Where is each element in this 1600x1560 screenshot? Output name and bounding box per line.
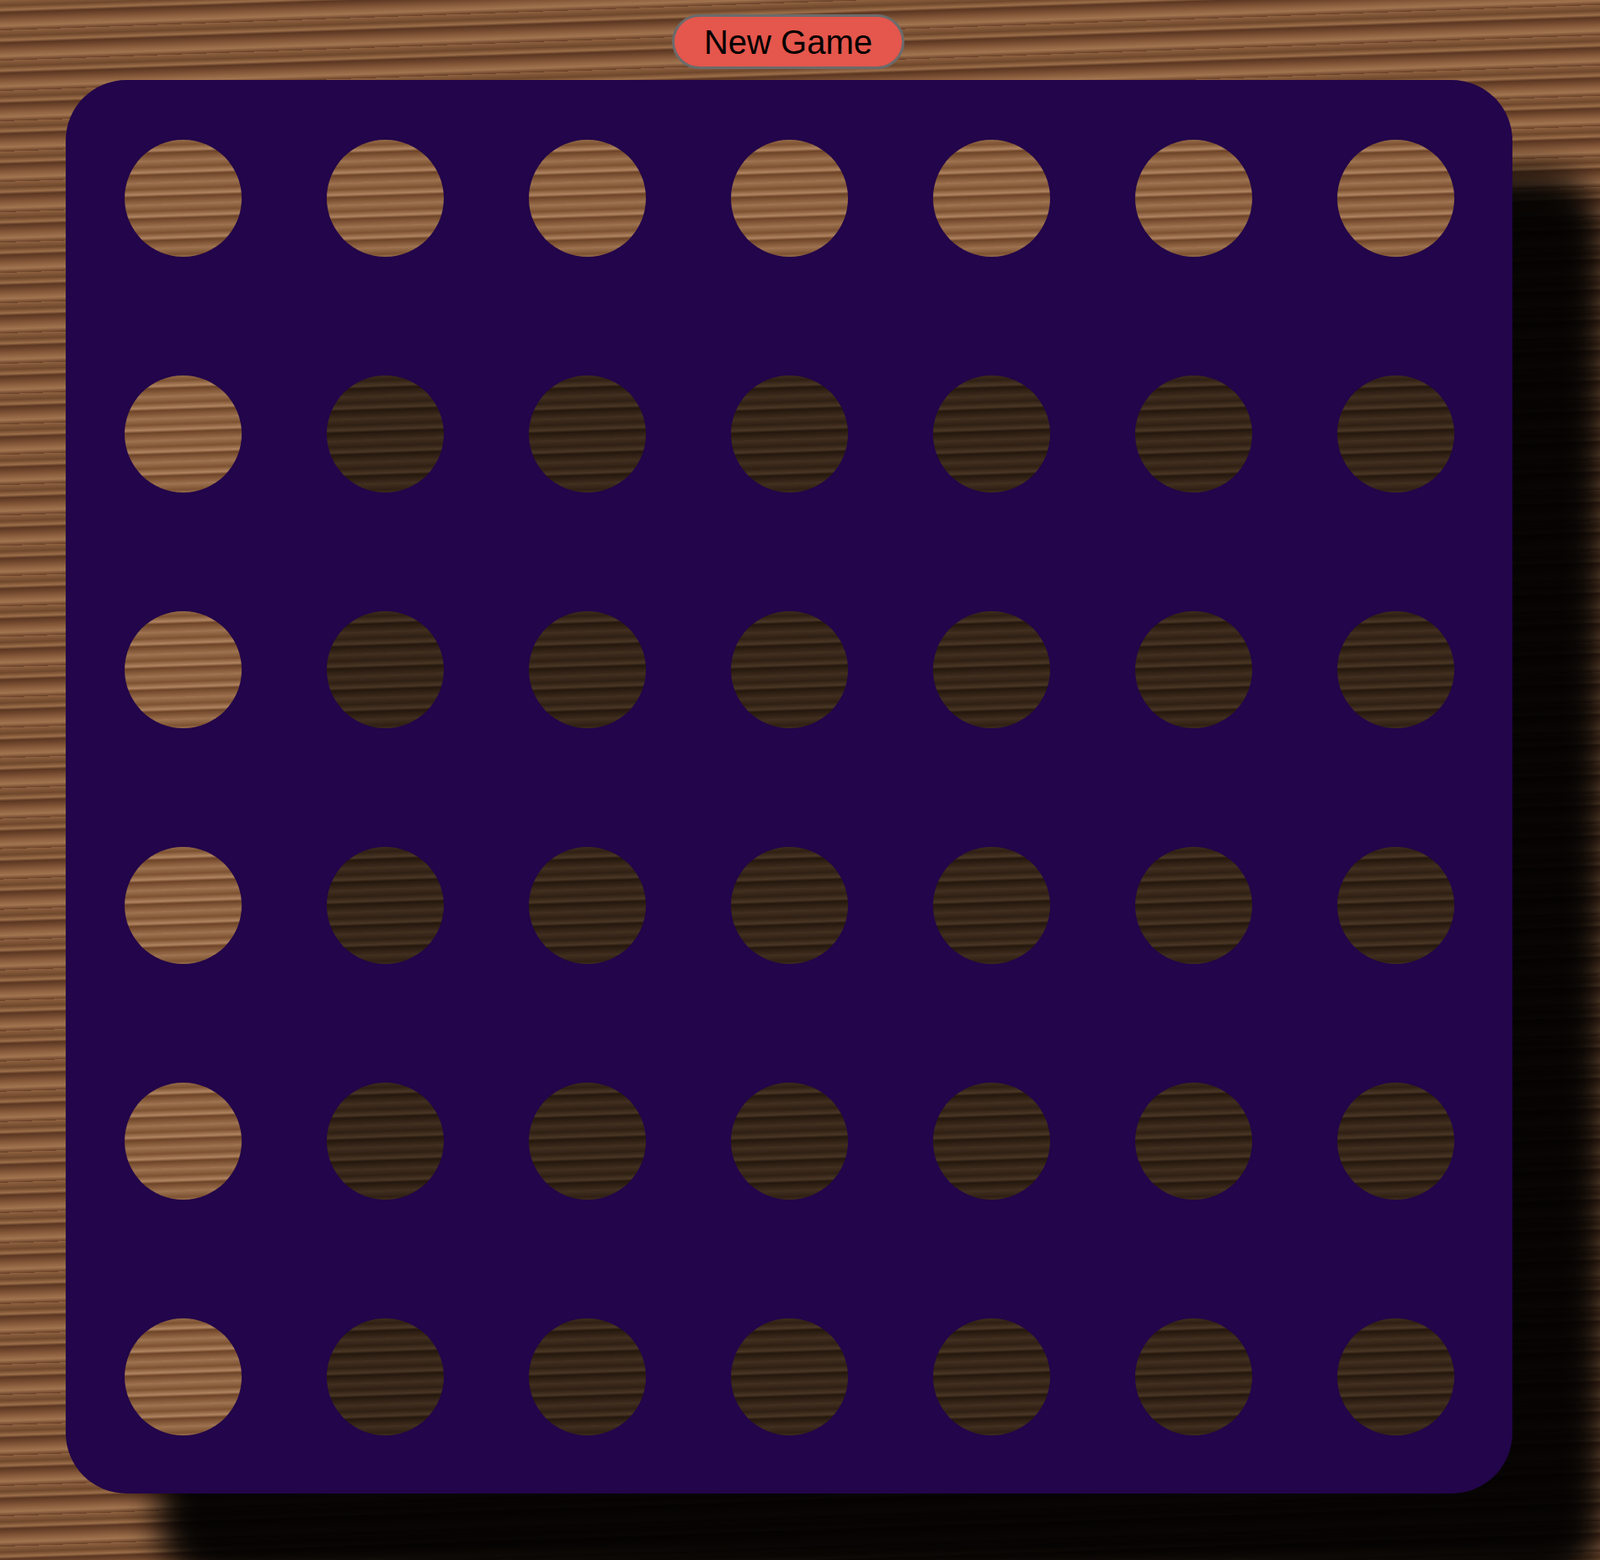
- board-slot[interactable]: [485, 787, 688, 1024]
- board-hole[interactable]: [528, 375, 646, 493]
- game-board: [65, 80, 1513, 1494]
- board-hole[interactable]: [124, 375, 242, 493]
- board-hole[interactable]: [730, 139, 848, 257]
- board-hole[interactable]: [124, 847, 242, 965]
- board-hole[interactable]: [933, 1318, 1051, 1436]
- board-hole[interactable]: [326, 611, 444, 729]
- board-hole[interactable]: [124, 139, 242, 257]
- board-hole[interactable]: [933, 139, 1051, 257]
- board-slot[interactable]: [688, 551, 891, 788]
- board-hole[interactable]: [528, 1082, 646, 1200]
- board-slot[interactable]: [283, 80, 486, 316]
- board-slot[interactable]: [283, 1023, 486, 1259]
- board-slot[interactable]: [1092, 80, 1295, 316]
- board-slot[interactable]: [485, 551, 688, 788]
- board-hole[interactable]: [326, 1318, 444, 1436]
- board-slot[interactable]: [485, 1258, 688, 1495]
- board-hole[interactable]: [124, 1082, 242, 1200]
- board-hole[interactable]: [730, 1318, 848, 1436]
- board-hole[interactable]: [124, 1318, 242, 1436]
- board-hole[interactable]: [528, 139, 646, 257]
- board-hole[interactable]: [730, 611, 848, 729]
- board-hole[interactable]: [1135, 1318, 1253, 1436]
- board-slot[interactable]: [1092, 315, 1295, 552]
- board-slot[interactable]: [890, 787, 1093, 1024]
- board-hole[interactable]: [528, 1318, 646, 1436]
- board-slot[interactable]: [890, 80, 1093, 316]
- board-slot[interactable]: [1294, 1258, 1497, 1495]
- board-slot[interactable]: [1092, 551, 1295, 788]
- board-hole[interactable]: [730, 375, 848, 493]
- board-slot[interactable]: [283, 787, 486, 1024]
- board-hole[interactable]: [933, 375, 1051, 493]
- board-hole[interactable]: [1135, 847, 1253, 965]
- board-hole[interactable]: [730, 1082, 848, 1200]
- board-hole[interactable]: [933, 847, 1051, 965]
- board-slot[interactable]: [485, 1023, 688, 1259]
- board-slot[interactable]: [1294, 1023, 1497, 1259]
- new-game-button[interactable]: New Game: [672, 14, 905, 70]
- board-hole[interactable]: [730, 847, 848, 965]
- board-hole[interactable]: [1135, 1082, 1253, 1200]
- board-hole[interactable]: [1135, 611, 1253, 729]
- board-slot[interactable]: [688, 787, 891, 1024]
- board-hole[interactable]: [1337, 1318, 1455, 1436]
- board-slot[interactable]: [688, 80, 891, 316]
- board-slot[interactable]: [283, 1258, 486, 1495]
- board-slot[interactable]: [1092, 787, 1295, 1024]
- board-hole[interactable]: [528, 847, 646, 965]
- board-slot[interactable]: [1294, 315, 1497, 552]
- board-hole[interactable]: [326, 1082, 444, 1200]
- board-slot[interactable]: [81, 80, 284, 316]
- board-slot[interactable]: [283, 551, 486, 788]
- board-slot[interactable]: [890, 1258, 1093, 1495]
- board-hole[interactable]: [1135, 375, 1253, 493]
- board-slot[interactable]: [890, 315, 1093, 552]
- board-slot[interactable]: [81, 315, 284, 552]
- board-hole[interactable]: [1135, 139, 1253, 257]
- board-slot[interactable]: [688, 1023, 891, 1259]
- board-slot[interactable]: [81, 1258, 284, 1495]
- board-hole[interactable]: [1337, 375, 1455, 493]
- board-slot[interactable]: [1092, 1023, 1295, 1259]
- board-hole[interactable]: [326, 847, 444, 965]
- board-hole[interactable]: [1337, 139, 1455, 257]
- board-slot[interactable]: [485, 80, 688, 316]
- board-slot[interactable]: [283, 315, 486, 552]
- board-slot[interactable]: [688, 315, 891, 552]
- board-slot[interactable]: [1294, 80, 1497, 316]
- board-hole[interactable]: [124, 611, 242, 729]
- board-slot[interactable]: [1092, 1258, 1295, 1495]
- board-slot[interactable]: [81, 787, 284, 1024]
- board-hole[interactable]: [326, 375, 444, 493]
- board-slot[interactable]: [485, 315, 688, 552]
- board-hole[interactable]: [933, 611, 1051, 729]
- board-slot[interactable]: [890, 1023, 1093, 1259]
- board-slot[interactable]: [890, 551, 1093, 788]
- board-slot[interactable]: [1294, 787, 1497, 1024]
- board-slot[interactable]: [81, 1023, 284, 1259]
- board-hole[interactable]: [1337, 1082, 1455, 1200]
- board-hole[interactable]: [1337, 847, 1455, 965]
- board-slot[interactable]: [688, 1258, 891, 1495]
- board-hole[interactable]: [326, 139, 444, 257]
- board-hole[interactable]: [1337, 611, 1455, 729]
- board-hole[interactable]: [933, 1082, 1051, 1200]
- board-hole[interactable]: [528, 611, 646, 729]
- board-slot[interactable]: [81, 551, 284, 788]
- board-slot[interactable]: [1294, 551, 1497, 788]
